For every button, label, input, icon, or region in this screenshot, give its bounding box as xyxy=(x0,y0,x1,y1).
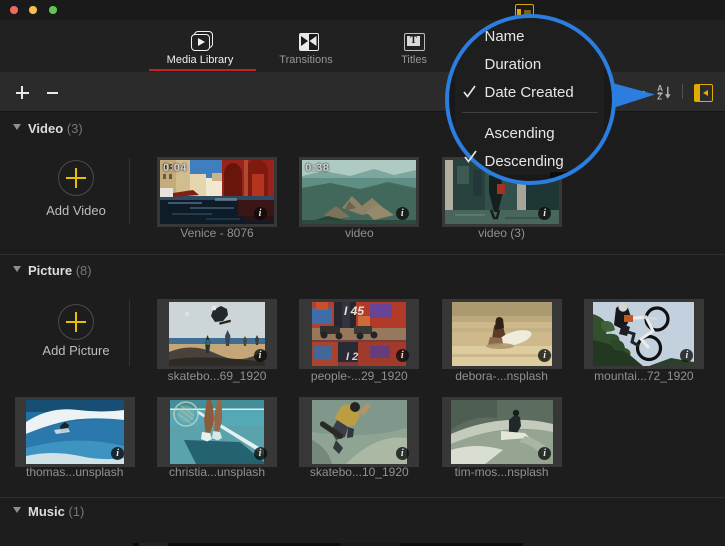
svg-text:I 2: I 2 xyxy=(346,351,358,363)
svg-text:I 45: I 45 xyxy=(344,304,364,318)
